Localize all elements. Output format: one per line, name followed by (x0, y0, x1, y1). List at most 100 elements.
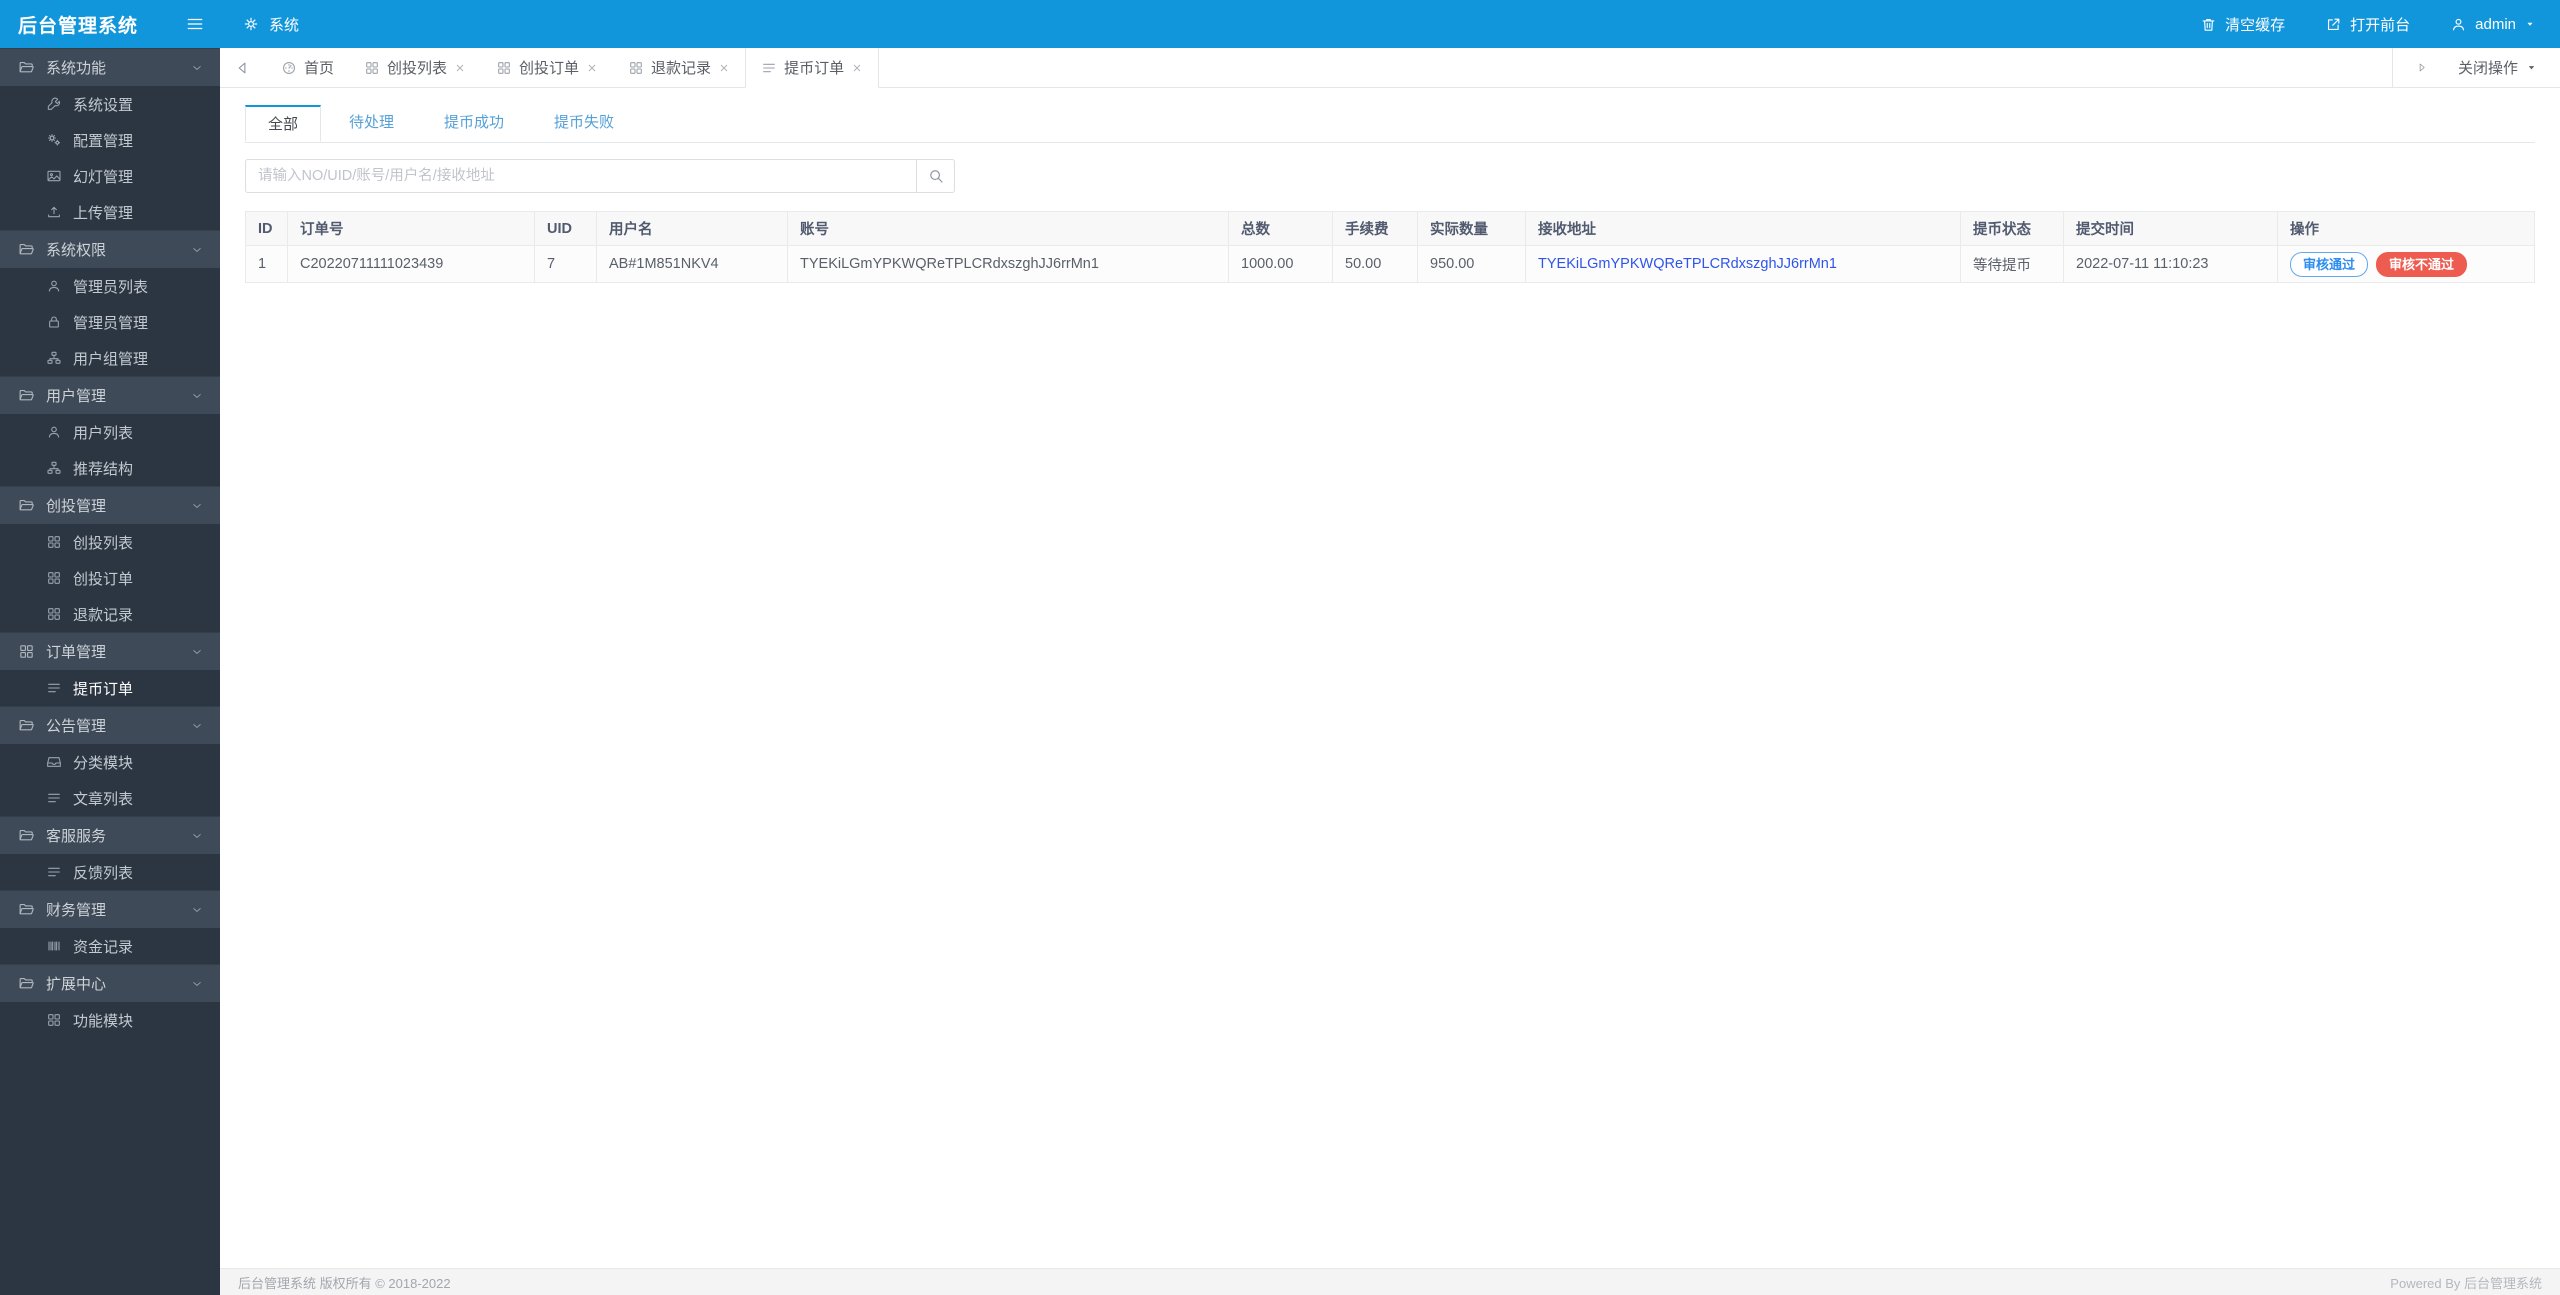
folder-icon (19, 61, 34, 73)
sidebar-group[interactable]: 财务管理 (0, 890, 220, 928)
sidebar-item[interactable]: 创投订单 (0, 560, 220, 596)
chevron-down-icon (193, 981, 201, 986)
sidebar-group[interactable]: 扩展中心 (0, 964, 220, 1002)
sidebar-group[interactable]: 用户管理 (0, 376, 220, 414)
cell-fee: 50.00 (1332, 245, 1418, 283)
filter-tab[interactable]: 全部 (245, 105, 322, 142)
close-operations-dropdown[interactable]: 关闭操作 (2458, 57, 2538, 78)
close-icon[interactable] (718, 62, 730, 74)
sidebar-item[interactable]: 反馈列表 (0, 854, 220, 890)
user-icon (48, 426, 60, 438)
filter-tab[interactable]: 待处理 (327, 105, 416, 142)
close-operations-label: 关闭操作 (2457, 60, 2518, 77)
column-header: ID (245, 211, 288, 246)
sidebar-item[interactable]: 分类模块 (0, 744, 220, 780)
sidebar-item-label: 文章列表 (73, 790, 134, 808)
column-header: 接收地址 (1525, 211, 1961, 246)
sidebar-group[interactable]: 系统权限 (0, 230, 220, 268)
open-tab[interactable]: 首页 (266, 48, 350, 87)
sidebar-item[interactable]: 配置管理 (0, 122, 220, 158)
sidebar-group-label: 扩展中心 (46, 976, 107, 993)
gears-icon (48, 134, 61, 146)
open-tab[interactable]: 创投列表 (349, 48, 482, 87)
sidebar-item[interactable]: 推荐结构 (0, 450, 220, 486)
sidebar-item[interactable]: 创投列表 (0, 524, 220, 560)
sidebar-group[interactable]: 公告管理 (0, 706, 220, 744)
sidebar-item[interactable]: 上传管理 (0, 194, 220, 230)
sidebar-group-label: 订单管理 (46, 644, 107, 661)
column-header: 用户名 (596, 211, 788, 246)
tab-label: 创投列表 (387, 60, 448, 77)
sidebar-item-label: 创投列表 (73, 534, 134, 552)
sidebar-group[interactable]: 订单管理 (0, 632, 220, 670)
open-tab[interactable]: 退款记录 (613, 48, 746, 87)
sidebar-group[interactable]: 创投管理 (0, 486, 220, 524)
sidebar-group-label: 系统功能 (46, 60, 107, 77)
table-header: ID 订单号 UID 用户名 账号 总数 手续费 实际数量 接收地址 提币状态 提交时间 操作 (245, 211, 2535, 246)
topbar-action-label: admin (2475, 15, 2516, 33)
scroll-tabs-left-button[interactable] (220, 48, 266, 87)
sidebar-item[interactable]: 系统设置 (0, 86, 220, 122)
sidebar-item-label: 上传管理 (73, 204, 134, 222)
address-link[interactable]: TYEKiLGmYPKWQReTPLCRdxszghJJ6rrMn1 (1538, 256, 1837, 272)
reject-button[interactable]: 审核不通过 (2376, 251, 2468, 277)
image-icon (47, 170, 61, 182)
scroll-tabs-right-button[interactable] (2415, 61, 2428, 74)
column-header: 账号 (787, 211, 1229, 246)
sidebar-item[interactable]: 管理员管理 (0, 304, 220, 340)
sidebar-item-label: 用户列表 (73, 424, 134, 442)
tabbar-right: 关闭操作 (2391, 48, 2560, 87)
topbar-action-external[interactable]: 打开前台 (2325, 14, 2410, 35)
sidebar-item[interactable]: 退款记录 (0, 596, 220, 632)
sidebar-item[interactable]: 资金记录 (0, 928, 220, 964)
sidebar-group[interactable]: 系统功能 (0, 48, 220, 86)
sidebar-group-label: 创投管理 (46, 498, 107, 515)
filter-tab[interactable]: 提币失败 (532, 105, 636, 142)
sidebar-group-label: 财务管理 (46, 902, 107, 919)
caret-down-icon (2527, 22, 2533, 26)
sidebar-item[interactable]: 幻灯管理 (0, 158, 220, 194)
sidebar-item-label: 用户组管理 (73, 350, 149, 368)
cell-id: 1 (245, 245, 288, 283)
search-input[interactable] (245, 159, 917, 193)
wrench-icon (47, 97, 61, 110)
sidebar-item[interactable]: 文章列表 (0, 780, 220, 816)
topbar-action-trash[interactable]: 清空缓存 (2200, 14, 2285, 35)
chevron-down-icon (193, 65, 201, 70)
grid-icon (498, 61, 510, 74)
sidebar-item-label: 提币订单 (73, 680, 134, 698)
chevron-down-icon (193, 503, 201, 508)
open-tab[interactable]: 提币订单 (745, 48, 880, 88)
user-icon (2453, 18, 2465, 30)
sidebar-group[interactable]: 客服服务 (0, 816, 220, 854)
column-header: 提交时间 (2063, 211, 2278, 246)
hamburger-icon[interactable] (186, 15, 204, 33)
close-icon[interactable] (586, 62, 598, 74)
close-icon[interactable] (851, 62, 863, 74)
cell-uid: 7 (534, 245, 597, 283)
sidebar-item[interactable]: 用户组管理 (0, 340, 220, 376)
chevron-down-icon (193, 723, 201, 728)
sidebar-item[interactable]: 管理员列表 (0, 268, 220, 304)
column-header: 订单号 (287, 211, 535, 246)
tab-label: 创投订单 (519, 60, 580, 77)
sidebar-item[interactable]: 用户列表 (0, 414, 220, 450)
breadcrumb[interactable]: 系统 (242, 14, 299, 35)
sidebar-item[interactable]: 提币订单 (0, 670, 220, 706)
topbar-action-account[interactable]: admin (2450, 16, 2536, 33)
approve-button[interactable]: 审核通过 (2290, 251, 2369, 277)
sidebar-item-label: 分类模块 (73, 754, 134, 772)
open-tab[interactable]: 创投订单 (481, 48, 614, 87)
table-body: 1 C20220711111023439 7 AB#1M851NKV4 TYEKiLGm… (245, 245, 2535, 283)
trash-icon (2202, 18, 2215, 31)
folder-icon (19, 499, 34, 511)
search-button[interactable] (917, 159, 955, 193)
sidebar-item-label: 管理员列表 (73, 278, 149, 296)
main-content: 全部待处理提币成功提币失败 ID订单号UID用户名账号总数手续费实际数量接收地址… (220, 88, 2560, 1268)
column-header: 操作 (2277, 211, 2535, 246)
cell-status: 等待提币 (1960, 245, 2064, 283)
sidebar-item-label: 退款记录 (73, 606, 134, 624)
filter-tab[interactable]: 提币成功 (422, 105, 526, 142)
close-icon[interactable] (454, 62, 466, 74)
sidebar-item[interactable]: 功能模块 (0, 1002, 220, 1038)
